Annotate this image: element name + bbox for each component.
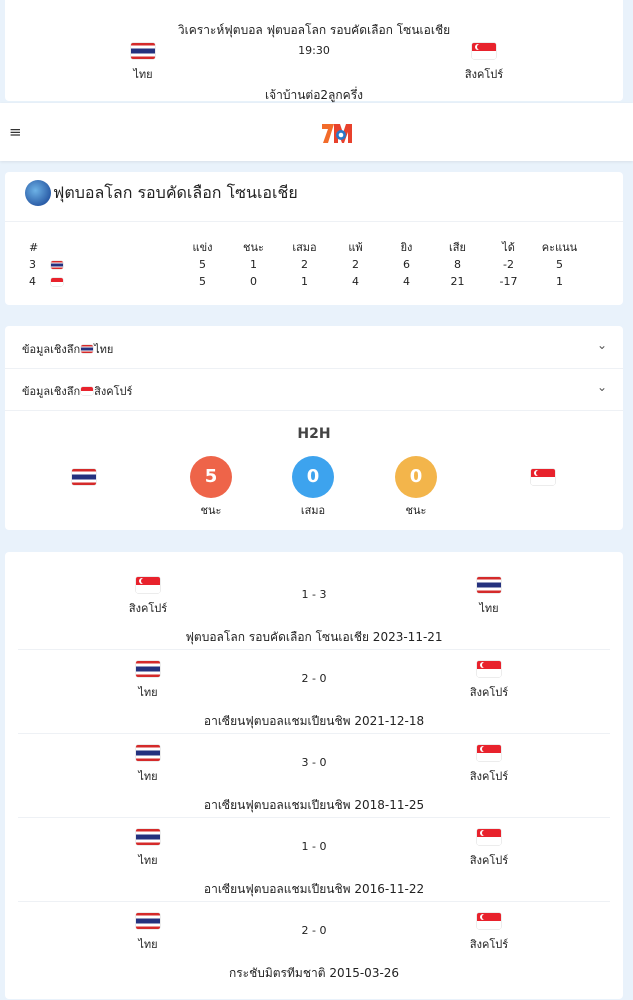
thailand-flag-icon xyxy=(131,43,155,59)
divider xyxy=(5,410,623,411)
chevron-down-icon[interactable]: ⌄ xyxy=(597,338,607,352)
league-name: ฟุตบอลโลก รอบคัดเลือก โซนเอเชีย xyxy=(53,182,298,202)
h2h-home-wins: 5 xyxy=(190,456,232,498)
away-team-name: สิงคโปร์ xyxy=(469,686,509,699)
column-header: ชนะ xyxy=(243,241,264,254)
list-item[interactable]: สิงคโปร์ 1 - 3 ไทย ฟุตบอลโลก รอบคัดเลือก… xyxy=(18,566,610,650)
column-header: เสีย xyxy=(449,241,466,254)
h2h-draws: 0 xyxy=(292,456,334,498)
standings-table: # แข่ง ชนะ เสมอ แพ้ ยิง เสีย ได้ คะแนน 3… xyxy=(23,238,585,290)
table-row[interactable]: 3 5 1 2 2 6 8 -2 5 xyxy=(23,256,585,273)
home-team-name: ไทย xyxy=(138,770,158,783)
away-team-name: สิงคโปร์ xyxy=(469,770,509,783)
home-team-name: ไทย xyxy=(138,686,158,699)
away-team-name: สิงคโปร์ xyxy=(464,68,504,81)
singapore-flag-icon xyxy=(477,745,501,761)
chevron-down-icon[interactable]: ⌄ xyxy=(597,380,607,394)
accordion-label: ข้อมูลเชิงลึก xyxy=(22,385,81,398)
accordion-thailand-insight[interactable]: ข้อมูลเชิงลึก ไทย ⌄ xyxy=(5,326,623,368)
match-title: วิเคราะห์ฟุตบอล ฟุตบอลโลก รอบคัดเลือก โซ… xyxy=(177,23,451,37)
singapore-flag-icon xyxy=(51,278,63,286)
league-header[interactable]: ฟุตบอลโลก รอบคัดเลือก โซนเอเชีย xyxy=(25,180,298,206)
column-header: ยิง xyxy=(400,241,413,254)
h2h-away-wins-label: ชนะ xyxy=(405,504,427,517)
h2h-draws-label: เสมอ xyxy=(300,504,326,517)
match-time: 19:30 xyxy=(298,44,330,57)
competition-date: ฟุตบอลโลก รอบคัดเลือก โซนเอเชีย 2023-11-… xyxy=(185,630,443,644)
competition-date: อาเซียนฟุตบอลแชมเปียนชิพ 2021-12-18 xyxy=(203,714,425,728)
singapore-flag-icon xyxy=(477,661,501,677)
competition-date: อาเซียนฟุตบอลแชมเปียนชิพ 2016-11-22 xyxy=(203,882,425,896)
singapore-flag-icon xyxy=(477,913,501,929)
thailand-flag-icon xyxy=(51,261,63,269)
away-team-name: สิงคโปร์ xyxy=(469,938,509,951)
list-item[interactable]: ไทย 3 - 0 สิงคโปร์ อาเซียนฟุตบอลแชมเปียน… xyxy=(18,734,610,818)
home-team[interactable]: ไทย xyxy=(103,43,183,83)
table-header-row: # แข่ง ชนะ เสมอ แพ้ ยิง เสีย ได้ คะแนน xyxy=(23,238,585,256)
column-header: # xyxy=(29,240,39,254)
list-item[interactable]: ไทย 1 - 0 สิงคโปร์ อาเซียนฟุตบอลแชมเปียน… xyxy=(18,818,610,902)
column-header: ได้ xyxy=(502,241,515,254)
home-team-name: ไทย xyxy=(138,938,158,951)
accordion-singapore-insight[interactable]: ข้อมูลเชิงลึก สิงคโปร์ ⌄ xyxy=(5,368,623,410)
thailand-flag-icon xyxy=(72,469,96,485)
divider xyxy=(5,221,623,222)
away-team-name: สิงคโปร์ xyxy=(469,854,509,867)
list-item[interactable]: ไทย 2 - 0 สิงคโปร์ อาเซียนฟุตบอลแชมเปียน… xyxy=(18,650,610,734)
competition-date: อาเซียนฟุตบอลแชมเปียนชิพ 2018-11-25 xyxy=(203,798,425,812)
menu-icon[interactable]: ≡ xyxy=(9,123,22,141)
singapore-flag-icon xyxy=(531,469,555,485)
column-header: เสมอ xyxy=(292,241,317,254)
thailand-flag-icon xyxy=(477,577,501,593)
insight-card: ข้อมูลเชิงลึก ไทย ⌄ ข้อมูลเชิงลึก สิงคโป… xyxy=(5,326,623,530)
accordion-team: สิงคโปร์ xyxy=(94,385,133,398)
match-card: วิเคราะห์ฟุตบอล ฟุตบอลโลก รอบคัดเลือก โซ… xyxy=(5,0,623,102)
h2h-title: H2H xyxy=(297,426,331,442)
column-header: คะแนน xyxy=(541,241,578,254)
thailand-flag-icon xyxy=(81,345,94,353)
h2h-home-wins-label: ชนะ xyxy=(200,504,222,517)
trophy-icon xyxy=(25,180,51,206)
home-team-name: ไทย xyxy=(133,68,153,81)
accordion-team: ไทย xyxy=(94,343,114,356)
singapore-flag-icon xyxy=(472,43,496,59)
standings-card: ฟุตบอลโลก รอบคัดเลือก โซนเอเชีย # แข่ง ช… xyxy=(5,172,623,305)
column-header: แข่ง xyxy=(192,241,213,254)
home-team-name: สิงคโปร์ xyxy=(128,602,168,615)
home-team-name: ไทย xyxy=(138,854,158,867)
away-team-name: ไทย xyxy=(479,602,499,615)
accordion-label: ข้อมูลเชิงลึก xyxy=(22,343,81,356)
site-header: ≡ xyxy=(0,103,633,161)
list-item[interactable]: ไทย 2 - 0 สิงคโปร์ กระชับมิตรทีมชาติ 201… xyxy=(18,902,610,986)
column-header: แพ้ xyxy=(348,241,363,254)
table-row[interactable]: 4 5 0 1 4 4 21 -17 1 xyxy=(23,273,585,290)
site-logo[interactable] xyxy=(322,121,360,145)
h2h-history-card: สิงคโปร์ 1 - 3 ไทย ฟุตบอลโลก รอบคัดเลือก… xyxy=(5,552,623,999)
h2h-away-wins: 0 xyxy=(395,456,437,498)
singapore-flag-icon xyxy=(477,829,501,845)
competition-date: กระชับมิตรทีมชาติ 2015-03-26 xyxy=(228,966,400,980)
singapore-flag-icon xyxy=(81,387,94,395)
away-team[interactable]: สิงคโปร์ xyxy=(444,43,524,83)
